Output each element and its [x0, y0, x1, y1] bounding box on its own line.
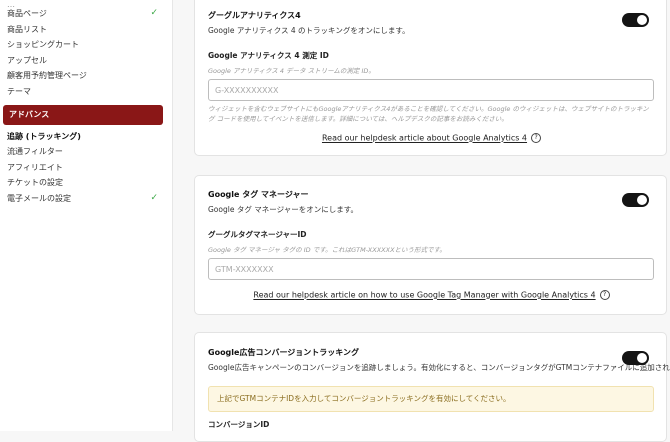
ga4-field-help: Google アナリティクス 4 データ ストリームの測定 ID。: [208, 67, 375, 75]
ga4-measurement-id-input[interactable]: [208, 79, 654, 101]
gads-notice: 上記でGTMコンテナIDを入力してコンバージョントラッキングを有効にしてください…: [208, 386, 654, 412]
gtm-id-input[interactable]: [208, 258, 654, 280]
sidebar-item-label: ショッピングカート: [7, 40, 79, 49]
sidebar-item-label: 商品リスト: [7, 25, 47, 34]
check-icon: ✓: [150, 193, 158, 203]
gtm-card: Google タグ マネージャー Google タグ マネージャーをオンにします…: [194, 175, 667, 315]
ga4-help-link[interactable]: Read our helpdesk article about Google A…: [195, 133, 668, 143]
ga4-field-label: Google アナリティクス 4 測定 ID: [208, 51, 329, 60]
ga4-card: グーグルアナリティクス4 Google アナリティクス 4 のトラッキングをオン…: [194, 0, 667, 156]
sidebar-item-product-list[interactable]: 商品リスト: [7, 22, 165, 37]
sidebar-item-theme[interactable]: テーマ: [7, 84, 165, 99]
sidebar-item-label: 電子メールの設定: [7, 194, 71, 203]
sidebar-item-label: チケットの設定: [7, 178, 63, 187]
sidebar-item-ticket-settings[interactable]: チケットの設定: [7, 175, 165, 190]
sidebar-item-affiliate[interactable]: アフィリエイト: [7, 160, 165, 175]
sidebar-item-upsell[interactable]: アップセル: [7, 53, 165, 68]
sidebar-section-advanced[interactable]: アドバンス: [3, 105, 163, 125]
gtm-help-link-text[interactable]: Read our helpdesk article on how to use …: [253, 291, 595, 300]
gtm-title: Google タグ マネージャー: [208, 190, 309, 199]
sidebar: … 商品ページ ✓ 商品リスト ショッピングカート アップセル 顧客用予約管理ペ…: [0, 0, 173, 431]
sidebar-item-shopping-cart[interactable]: ショッピングカート: [7, 37, 165, 52]
sidebar-item-customer-booking[interactable]: 顧客用予約管理ページ: [7, 68, 165, 83]
gtm-toggle[interactable]: [622, 193, 649, 207]
gtm-field-help: Google タグ マネージャ タグの ID です。これはGTM-XXXXXXと…: [208, 246, 446, 254]
ga4-title: グーグルアナリティクス4: [208, 11, 301, 20]
sidebar-item-label: 流通フィルター: [7, 147, 63, 156]
gtm-help-link[interactable]: Read our helpdesk article on how to use …: [195, 290, 668, 300]
toggle-knob: [637, 15, 647, 25]
gads-title: Google広告コンバージョントラッキング: [208, 348, 360, 357]
ga4-toggle[interactable]: [622, 13, 649, 27]
check-icon: ✓: [150, 8, 158, 18]
sidebar-item-email-settings[interactable]: 電子メールの設定 ✓: [7, 191, 165, 206]
gads-field-label: コンバージョンID: [208, 420, 270, 429]
question-icon: ?: [599, 290, 610, 300]
sidebar-item-label: アップセル: [7, 56, 47, 65]
question-icon: ?: [531, 133, 542, 143]
sidebar-item-tracking[interactable]: 追跡 (トラッキング): [7, 129, 165, 144]
ga4-description: Google アナリティクス 4 のトラッキングをオンにします。: [208, 26, 410, 35]
gads-toggle[interactable]: [622, 351, 649, 365]
ga4-warning: ウィジェットを含むウェブサイトにもGoogleアナリティクス4があることを確認し…: [208, 105, 649, 123]
gtm-description: Google タグ マネージャーをオンにします。: [208, 205, 358, 214]
sidebar-item-product-page[interactable]: 商品ページ ✓: [7, 6, 165, 21]
ga4-help-link-text[interactable]: Read our helpdesk article about Google A…: [322, 134, 527, 143]
sidebar-item-label: アフィリエイト: [7, 163, 63, 172]
gads-description: Google広告キャンペーンのコンバージョンを追跡しましょう。有効化にすると、コ…: [208, 363, 670, 372]
gtm-field-label: グーグルタグマネージャーID: [208, 230, 307, 239]
sidebar-item-label: 商品ページ: [7, 9, 47, 18]
toggle-knob: [637, 195, 647, 205]
sidebar-item-label: 顧客用予約管理ページ: [7, 71, 87, 80]
sidebar-item-distribution-filter[interactable]: 流通フィルター: [7, 144, 165, 159]
sidebar-item-label: 追跡 (トラッキング): [7, 132, 81, 141]
sidebar-item-label: テーマ: [7, 87, 31, 96]
gads-card: Google広告コンバージョントラッキング Google広告キャンペーンのコンバ…: [194, 332, 670, 442]
toggle-knob: [637, 353, 647, 363]
